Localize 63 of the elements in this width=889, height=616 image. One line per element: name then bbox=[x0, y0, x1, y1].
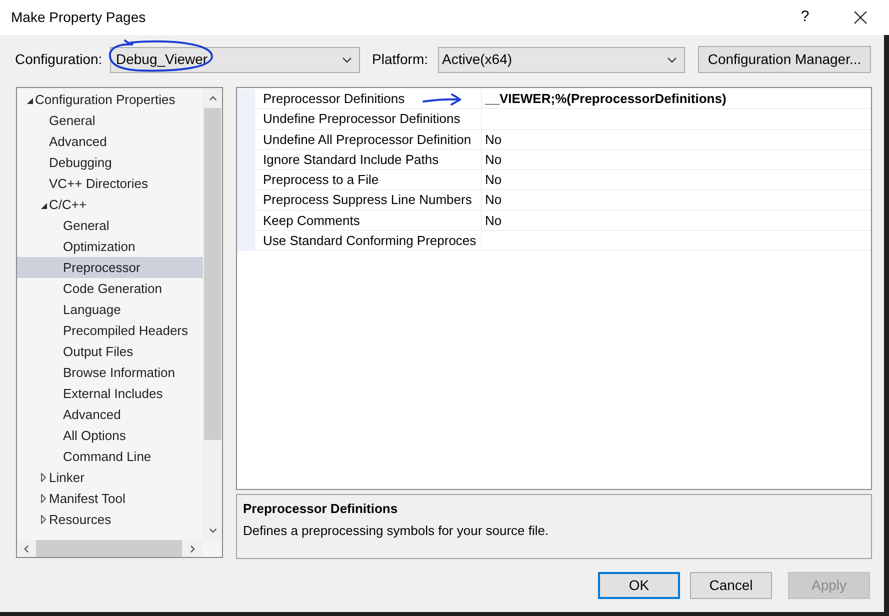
expanded-triangle-icon[interactable] bbox=[27, 98, 33, 104]
chevron-down-icon[interactable] bbox=[342, 56, 352, 62]
scrollbar-thumb[interactable] bbox=[204, 108, 221, 440]
hand-drawn-arrow-icon bbox=[422, 93, 462, 106]
property-name[interactable]: Undefine Preprocessor Definitions bbox=[263, 109, 460, 129]
tree-item[interactable]: General bbox=[17, 110, 203, 131]
tree-item[interactable]: All Options bbox=[17, 425, 203, 446]
property-name[interactable]: Ignore Standard Include Paths bbox=[263, 150, 439, 170]
tree-item[interactable]: Browse Information bbox=[17, 362, 203, 383]
scroll-up-icon[interactable] bbox=[208, 96, 216, 100]
description-title: Preprocessor Definitions bbox=[243, 500, 398, 518]
help-button[interactable]: ? bbox=[782, 0, 828, 35]
tree-item[interactable]: Preprocessor bbox=[17, 257, 203, 278]
configuration-manager-button[interactable]: Configuration Manager... bbox=[698, 46, 871, 73]
dialog-button[interactable]: OK bbox=[598, 572, 680, 599]
collapsed-triangle-icon[interactable] bbox=[41, 515, 46, 524]
scroll-down-icon[interactable] bbox=[208, 528, 216, 532]
scroll-right-icon[interactable] bbox=[190, 544, 195, 552]
tree-item[interactable]: Advanced bbox=[17, 131, 203, 152]
property-value[interactable]: No bbox=[485, 170, 502, 190]
tree-item[interactable]: VC++ Directories bbox=[17, 173, 203, 194]
tree-item[interactable]: Advanced bbox=[17, 404, 203, 425]
scrollbar-thumb[interactable] bbox=[36, 540, 182, 557]
tree-item[interactable]: Optimization bbox=[17, 236, 203, 257]
scroll-left-icon[interactable] bbox=[24, 544, 29, 552]
tree-item[interactable]: Code Generation bbox=[17, 278, 203, 299]
property-name[interactable]: Preprocess to a File bbox=[263, 170, 379, 190]
tree-item[interactable]: Command Line bbox=[17, 446, 203, 467]
property-name[interactable]: Keep Comments bbox=[263, 210, 360, 230]
property-name[interactable]: Use Standard Conforming Preproces bbox=[263, 231, 476, 250]
tree-item[interactable]: Configuration Properties bbox=[17, 89, 203, 110]
tree-item[interactable]: Resources bbox=[17, 509, 203, 530]
collapsed-triangle-icon[interactable] bbox=[41, 473, 46, 482]
platform-label: Platform: bbox=[372, 50, 428, 66]
horizontal-scrollbar[interactable] bbox=[17, 540, 203, 557]
expanded-triangle-icon[interactable] bbox=[41, 203, 47, 209]
description-text: Defines a preprocessing symbols for your source file. bbox=[243, 522, 549, 540]
property-value[interactable]: __VIEWER;%(PreprocessorDefinitions) bbox=[485, 88, 726, 108]
property-value[interactable]: No bbox=[485, 130, 502, 149]
tree-item[interactable]: C/C++ bbox=[17, 194, 203, 215]
vertical-scrollbar[interactable] bbox=[203, 88, 222, 540]
tree-item[interactable]: Precompiled Headers bbox=[17, 320, 203, 341]
close-icon[interactable] bbox=[854, 11, 866, 24]
collapsed-triangle-icon[interactable] bbox=[41, 494, 46, 503]
configuration-label: Configuration: bbox=[15, 50, 102, 66]
chevron-down-icon[interactable] bbox=[667, 56, 677, 62]
configuration-dropdown[interactable]: Debug_Viewer bbox=[110, 46, 360, 72]
tree-item[interactable]: External Includes bbox=[17, 383, 203, 404]
property-value[interactable]: No bbox=[485, 150, 502, 170]
tree-item[interactable]: Language bbox=[17, 299, 203, 320]
tree-item[interactable]: Output Files bbox=[17, 341, 203, 362]
property-name[interactable]: Preprocess Suppress Line Numbers bbox=[263, 190, 472, 210]
property-value[interactable]: No bbox=[485, 190, 502, 210]
dialog-button[interactable]: Cancel bbox=[690, 572, 772, 599]
platform-dropdown[interactable]: Active(x64) bbox=[438, 46, 685, 72]
property-name[interactable]: Undefine All Preprocessor Definition bbox=[263, 130, 472, 149]
window-title: Make Property Pages bbox=[11, 8, 146, 27]
property-name[interactable]: Preprocessor Definitions bbox=[263, 89, 405, 108]
tree-item[interactable]: Manifest Tool bbox=[17, 488, 203, 509]
tree-item[interactable]: Debugging bbox=[17, 152, 203, 173]
property-value[interactable]: No bbox=[485, 210, 502, 230]
tree-item[interactable]: Linker bbox=[17, 467, 203, 488]
tree-item[interactable]: General bbox=[17, 215, 203, 236]
